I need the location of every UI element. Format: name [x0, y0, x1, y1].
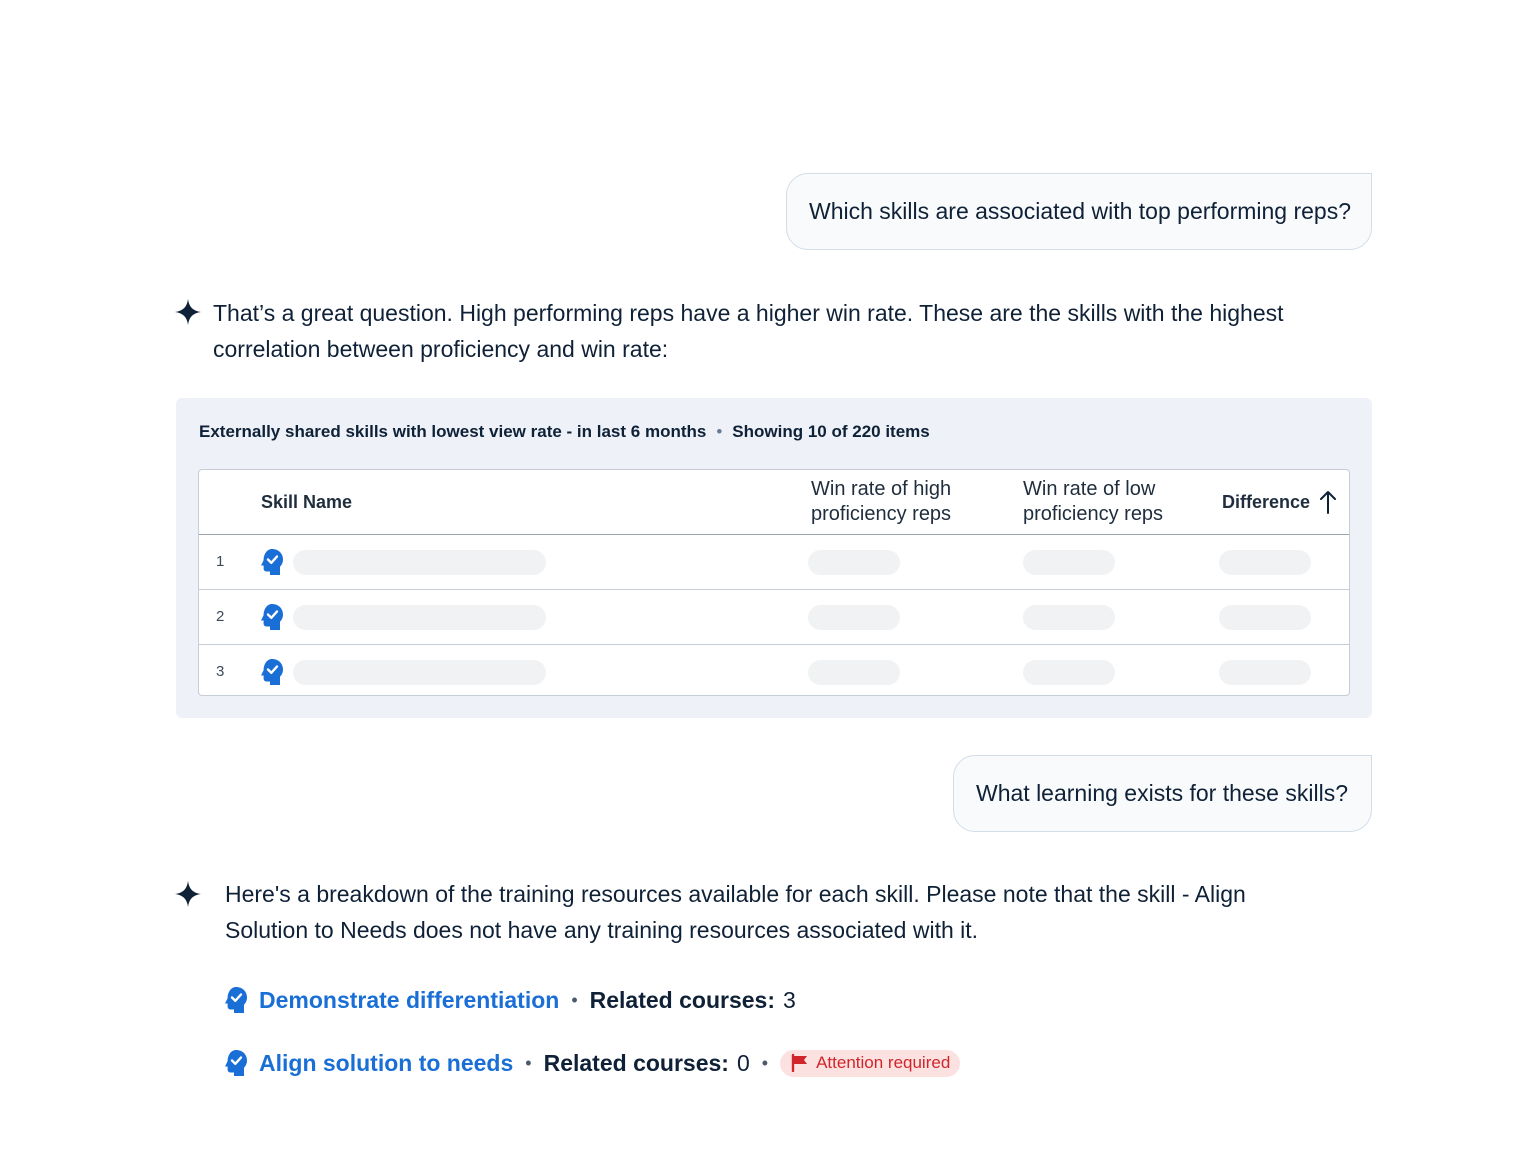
badge-label: Attention required [816, 1053, 951, 1072]
card-header: Externally shared skills with lowest vie… [199, 422, 930, 442]
row-number: 3 [216, 663, 225, 680]
row-number: 1 [216, 553, 225, 570]
skill-link[interactable]: Align solution to needs [259, 1050, 513, 1077]
skill-head-check-icon [225, 987, 247, 1013]
separator-dot: • [525, 1052, 532, 1073]
skill-resource-item: Align solution to needs • Related course… [223, 1046, 961, 1080]
difference-placeholder [1219, 550, 1311, 575]
table-row[interactable]: 3 [199, 645, 1349, 695]
skills-table: Skill Name Win rate of high proficiency … [198, 469, 1350, 696]
separator-dot: • [716, 422, 723, 441]
skill-head-check-icon [261, 604, 283, 630]
sparkle-icon [174, 298, 202, 326]
colon: : [721, 1049, 729, 1076]
item-count: Showing 10 of 220 items [732, 422, 930, 441]
difference-label: Difference [1222, 491, 1311, 512]
arrow-up-icon[interactable] [1318, 490, 1338, 514]
assistant-message: Here's a breakdown of the training resou… [225, 881, 1246, 943]
win-rate-low-placeholder [1023, 605, 1115, 630]
related-courses-label: Related courses [589, 986, 768, 1013]
win-rate-high-placeholder [808, 550, 900, 575]
skill-link[interactable]: Demonstrate differentiation [259, 987, 559, 1014]
sparkle-icon [174, 880, 202, 908]
related-courses-label: Related courses [543, 1049, 722, 1076]
colon: : [767, 986, 776, 1013]
difference-placeholder [1219, 660, 1311, 685]
skill-name-placeholder [293, 550, 546, 575]
skill-head-check-icon [261, 659, 283, 685]
table-row[interactable]: 1 [199, 535, 1349, 590]
user-message-bubble: What learning exists for these skills? [953, 755, 1372, 832]
flag-icon [791, 1054, 808, 1072]
related-courses-count: 0 [736, 1049, 750, 1076]
column-header-difference[interactable]: Difference [1222, 490, 1338, 514]
row-number: 2 [216, 608, 225, 625]
attention-required-badge: Attention required [780, 1049, 961, 1077]
related-courses-count: 3 [783, 986, 796, 1013]
table-header: Skill Name Win rate of high proficiency … [199, 470, 1349, 535]
card-title: Externally shared skills with lowest vie… [199, 422, 707, 441]
win-rate-high-placeholder [808, 605, 900, 630]
separator-dot: • [761, 1052, 769, 1073]
skill-resource-item: Demonstrate differentiation • Related co… [223, 983, 796, 1017]
chat-page: Which skills are associated with top per… [0, 0, 1536, 1152]
skill-head-check-icon [225, 1050, 247, 1076]
user-message-bubble: Which skills are associated with top per… [786, 173, 1372, 250]
skill-name-placeholder [293, 660, 546, 685]
separator-dot: • [571, 989, 578, 1010]
win-rate-low-placeholder [1023, 550, 1115, 575]
skill-name-placeholder [293, 605, 546, 630]
table-row[interactable]: 2 [199, 590, 1349, 645]
skills-table-card: Externally shared skills with lowest vie… [176, 398, 1372, 718]
win-rate-low-placeholder [1023, 660, 1115, 685]
win-rate-high-placeholder [808, 660, 900, 685]
assistant-message: That’s a great question. High performing… [213, 300, 1284, 362]
difference-placeholder [1219, 605, 1311, 630]
skill-head-check-icon [261, 549, 283, 575]
column-header-skill-name[interactable]: Skill Name [261, 492, 352, 513]
column-header-win-rate-low[interactable]: Win rate of low proficiency reps [1023, 477, 1193, 527]
column-header-win-rate-high[interactable]: Win rate of high proficiency reps [811, 477, 981, 527]
